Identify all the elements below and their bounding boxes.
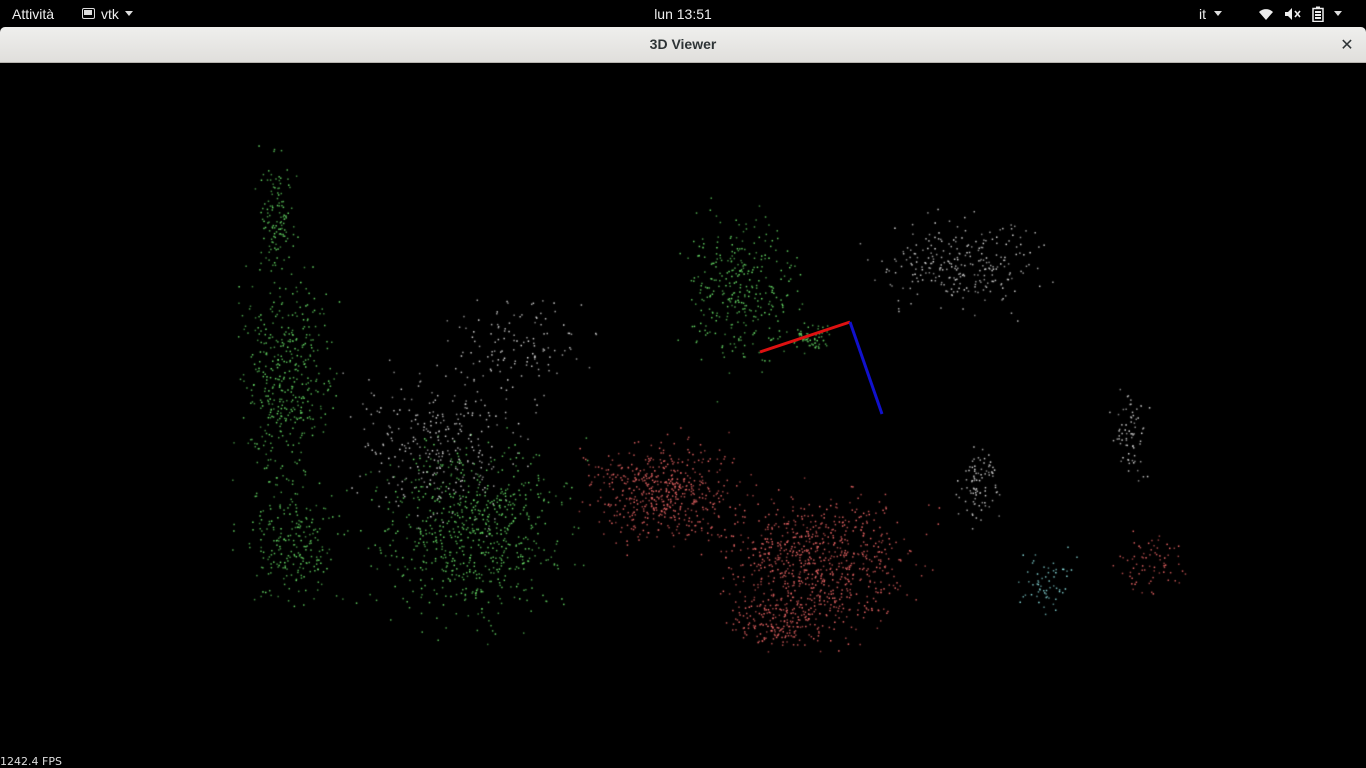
system-status-menu[interactable] [1258,0,1342,27]
clock-button[interactable]: lun 13:51 [654,6,712,22]
3d-render-viewport[interactable] [0,63,1366,768]
fps-counter: 1242.4 FPS [0,755,62,768]
chevron-down-icon [1214,11,1222,16]
app-menu[interactable]: vtk [82,0,133,27]
z-axis-line [848,321,884,415]
keyboard-layout-menu[interactable]: it [1199,0,1222,27]
close-button[interactable]: ✕ [1336,34,1358,56]
activities-button[interactable]: Attività [12,0,54,27]
battery-icon [1312,6,1324,22]
window-app-icon [82,8,95,19]
chevron-down-icon [124,11,133,16]
window-title: 3D Viewer [649,36,717,52]
chevron-down-icon [1334,11,1342,16]
wifi-icon [1259,8,1273,20]
volume-muted-icon [1285,7,1301,20]
clock-container: lun 13:51 [0,0,1366,27]
coordinate-axes [759,320,884,415]
close-icon: ✕ [1340,37,1354,54]
top-panel: Attività vtk lun 13:51 it [0,0,1366,27]
x-axis-line [759,320,851,354]
keyboard-layout-label: it [1199,5,1206,22]
window-titlebar[interactable]: 3D Viewer ✕ [0,27,1366,63]
app-menu-label: vtk [101,5,119,22]
activities-label: Attività [12,5,55,22]
